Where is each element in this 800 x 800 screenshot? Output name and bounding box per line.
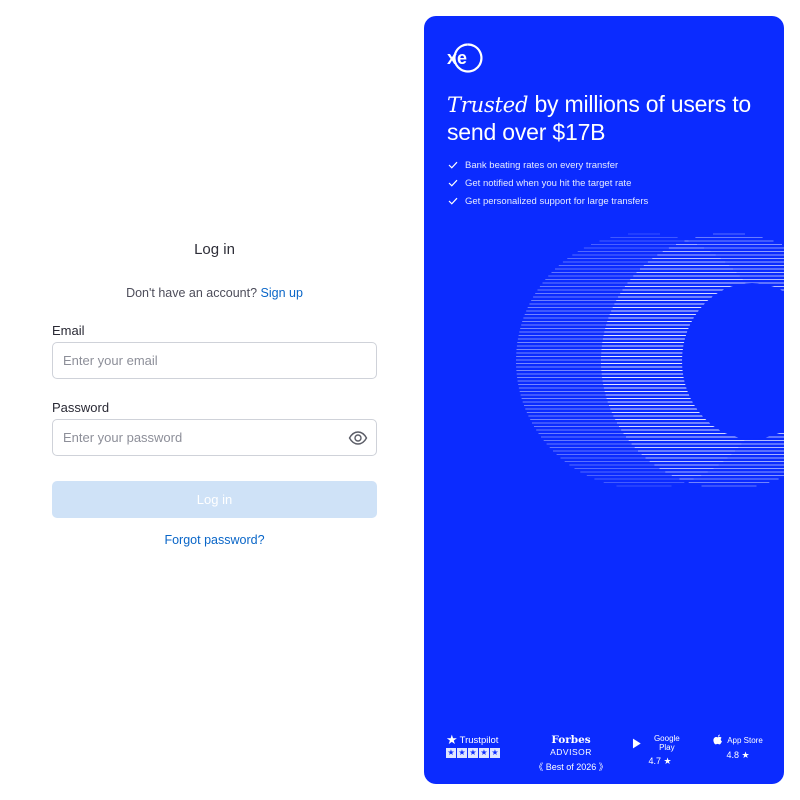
- signup-link[interactable]: Sign up: [261, 286, 303, 300]
- email-field-wrapper: [52, 342, 377, 379]
- login-form: Log in Don't have an account? Sign up Em…: [52, 0, 377, 800]
- feature-text: Get notified when you hit the target rat…: [465, 177, 632, 189]
- signup-prompt: Don't have an account? Sign up: [52, 286, 377, 300]
- password-label: Password: [52, 400, 110, 415]
- striped-decorative-art: [516, 233, 784, 487]
- feature-list: Bank beating rates on every transfer Get…: [448, 156, 768, 210]
- google-play-badge: Google Play 4.7 ★: [632, 734, 688, 767]
- forgot-password-link[interactable]: Forgot password?: [52, 533, 377, 547]
- trustpilot-name: Trustpilot: [459, 734, 499, 746]
- star-icon: ★: [490, 748, 500, 758]
- star-icon: ★: [446, 732, 458, 747]
- eye-icon[interactable]: [348, 429, 368, 447]
- star-icon: ★: [468, 748, 478, 758]
- feature-item: Get notified when you hit the target rat…: [448, 174, 768, 192]
- headline: Trusted by millions of users to send ove…: [447, 91, 767, 146]
- email-field[interactable]: [53, 343, 376, 378]
- star-icon: ★: [457, 748, 467, 758]
- app-store-badge: App Store 4.8 ★: [710, 734, 766, 761]
- svg-text:xe: xe: [447, 48, 467, 68]
- check-icon: [448, 197, 458, 205]
- page-title: Log in: [194, 241, 235, 258]
- no-account-text: Don't have an account?: [126, 286, 258, 300]
- forbes-name: Forbes: [551, 734, 591, 746]
- google-play-rating: 4.7 ★: [648, 756, 672, 766]
- login-button[interactable]: Log in: [52, 481, 377, 518]
- check-icon: [448, 179, 458, 187]
- feature-item: Bank beating rates on every transfer: [448, 156, 768, 174]
- app-store-rating: 4.8 ★: [726, 750, 750, 760]
- check-icon: [448, 161, 458, 169]
- password-field-wrapper: [52, 419, 377, 456]
- password-field[interactable]: [53, 420, 376, 455]
- feature-item: Get personalized support for large trans…: [448, 192, 768, 210]
- trust-badges: ★ Trustpilot ★ ★ ★ ★ ★ Forbes ADVISOR 《 Best …: [446, 732, 766, 772]
- star-icon: ★: [446, 748, 456, 758]
- headline-italic: Trusted: [447, 93, 529, 117]
- trustpilot-badge: ★ Trustpilot ★ ★ ★ ★ ★: [446, 732, 508, 758]
- feature-text: Get personalized support for large trans…: [465, 195, 649, 207]
- feature-text: Bank beating rates on every transfer: [465, 159, 619, 171]
- email-label: Email: [52, 323, 85, 338]
- trustpilot-stars: ★ ★ ★ ★ ★: [446, 748, 508, 758]
- google-play-name: Google Play: [653, 734, 680, 752]
- app-store-name: App Store: [727, 735, 763, 745]
- xe-logo: xe: [446, 41, 484, 75]
- forbes-sub: Best of 2026: [545, 762, 597, 772]
- brand-panel: xe Trusted by millions of users to send …: [424, 16, 784, 784]
- forbes-badge: Forbes ADVISOR 《 Best of 2026 》: [534, 734, 608, 772]
- forbes-suffix: ADVISOR: [550, 747, 592, 757]
- google-play-icon: [632, 738, 641, 748]
- star-icon: ★: [479, 748, 489, 758]
- apple-icon: [713, 734, 723, 745]
